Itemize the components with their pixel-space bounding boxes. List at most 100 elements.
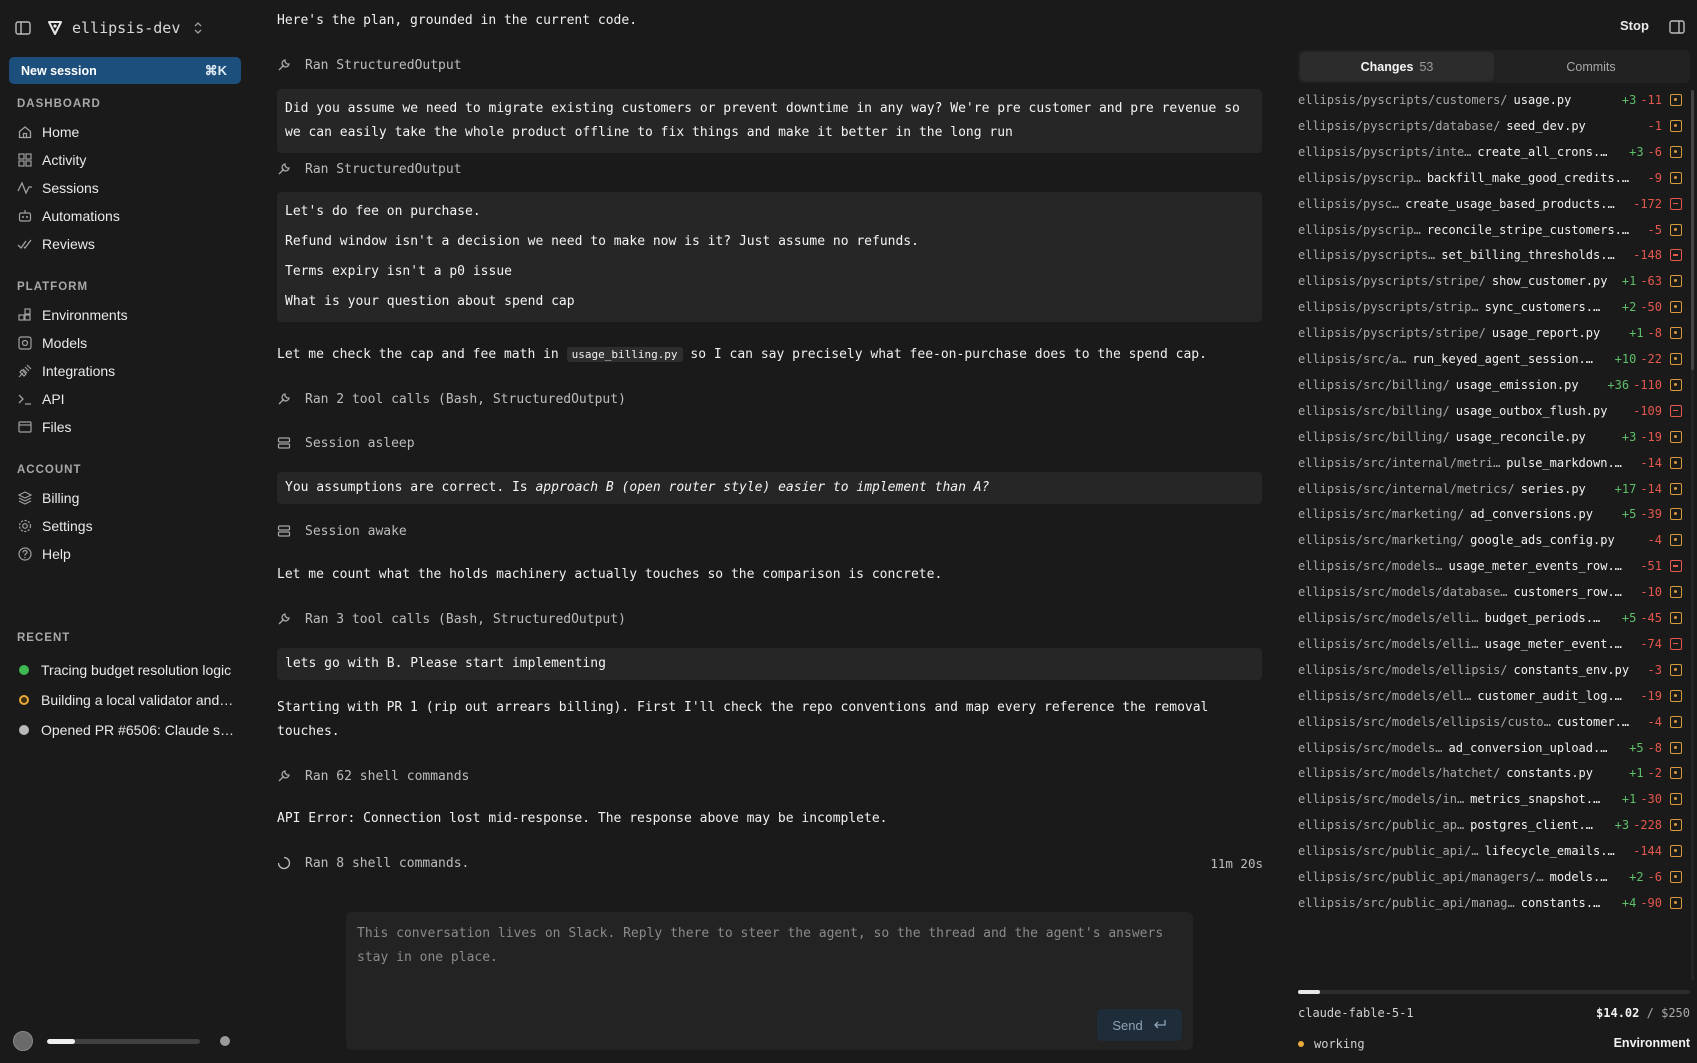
tab-commits[interactable]: Commits	[1494, 52, 1688, 81]
changed-file-row[interactable]: ellipsis/src/billing/usage_reconcile.py +…	[1298, 427, 1682, 447]
changed-file-row[interactable]: ellipsis/src/billing/usage_emission.py +3…	[1298, 375, 1682, 395]
nav-reviews[interactable]: Reviews	[17, 233, 95, 255]
changed-file-row[interactable]: ellipsis/pyscripts/customers/usage.py +3-…	[1298, 90, 1682, 110]
stop-button[interactable]: Stop	[1620, 18, 1649, 33]
changed-file-row[interactable]: ellipsis/src/public_api/managers/… models…	[1298, 867, 1682, 887]
recent-session[interactable]: Opened PR #6506: Claude s…	[19, 719, 234, 741]
send-button[interactable]: Send	[1097, 1009, 1182, 1041]
user-message-text: Did you assume we need to migrate existi…	[285, 101, 1240, 140]
nav-home[interactable]: Home	[17, 121, 79, 143]
changed-file-row[interactable]: ellipsis/src/models/elli… budget_periods.…	[1298, 608, 1682, 628]
nav-automations[interactable]: Automations	[17, 205, 120, 227]
nav-sessions[interactable]: Sessions	[17, 177, 99, 199]
changed-file-row[interactable]: ellipsis/src/models… usage_meter_events_r…	[1298, 556, 1682, 576]
changed-file-row[interactable]: ellipsis/src/public_ap… postgres_client.……	[1298, 815, 1682, 835]
nav-integrations[interactable]: Integrations	[17, 360, 115, 382]
nav-activity[interactable]: Activity	[17, 149, 86, 171]
workspace-switcher[interactable]: ellipsis-dev	[14, 14, 204, 42]
file-path: ellipsis/src/marketing/	[1298, 507, 1465, 522]
recent-session[interactable]: Tracing budget resolution logic	[19, 659, 234, 681]
nav-settings[interactable]: Settings	[17, 515, 93, 537]
file-path: ellipsis/pyscripts/strip…	[1298, 300, 1479, 315]
lines-added: +2	[1621, 300, 1637, 315]
scrollbar-thumb[interactable]	[1298, 990, 1320, 994]
usage-bar-fill	[47, 1038, 75, 1044]
changed-file-row[interactable]: ellipsis/src/billing/usage_outbox_flush.…	[1298, 401, 1682, 421]
composer[interactable]: This conversation lives on Slack. Reply …	[346, 912, 1193, 1050]
changed-file-row[interactable]: ellipsis/pyscripts/inte… create_all_crons…	[1298, 142, 1682, 162]
model-name: claude-fable-5-1	[1298, 1006, 1414, 1020]
file-path: ellipsis/pyscripts/stripe/	[1298, 274, 1486, 289]
changed-file-row[interactable]: ellipsis/src/models/ell… customer_audit_l…	[1298, 686, 1682, 706]
changed-file-row[interactable]: ellipsis/src/public_api/… lifecycle_email…	[1298, 841, 1682, 861]
lines-removed: -9	[1647, 170, 1662, 185]
file-path: ellipsis/src/public_api/…	[1298, 844, 1479, 859]
changed-file-row[interactable]: ellipsis/pyscripts/strip… sync_customers.…	[1298, 297, 1682, 317]
tool-call-row[interactable]: Ran 62 shell commands	[277, 766, 469, 786]
tool-call-label: Ran StructuredOutput	[305, 161, 462, 177]
cost-spent: $14.02	[1596, 1006, 1640, 1020]
changed-file-row[interactable]: ellipsis/src/internal/metrics/series.py +…	[1298, 479, 1682, 499]
nav-files-label: Files	[42, 419, 72, 435]
toggle-panel-icon[interactable]	[1668, 18, 1686, 36]
changed-file-row[interactable]: ellipsis/src/models/hatchet/constants.py…	[1298, 763, 1682, 783]
tool-call-row[interactable]: Ran StructuredOutput	[277, 55, 462, 75]
nav-models[interactable]: Models	[17, 332, 87, 354]
lines-removed: -109	[1633, 403, 1662, 418]
assistant-message: Starting with PR 1 (rip out arrears bill…	[277, 700, 1209, 739]
changed-file-row[interactable]: ellipsis/pyscripts… set_billing_threshold…	[1298, 245, 1682, 265]
changed-file-row[interactable]: ellipsis/src/models/ellipsis/constants_e…	[1298, 660, 1682, 680]
changed-file-row[interactable]: ellipsis/src/models/ellipsis/custo… custo…	[1298, 712, 1682, 732]
nav-billing[interactable]: Billing	[17, 487, 79, 509]
changed-file-row[interactable]: ellipsis/pysc… create_usage_based_product…	[1298, 194, 1682, 214]
nav-api[interactable]: API	[17, 388, 65, 410]
tool-call-row[interactable]: Ran 3 tool calls (Bash, StructuredOutput…	[277, 609, 626, 629]
changed-file-row[interactable]: ellipsis/pyscrip… reconcile_stripe_custom…	[1298, 220, 1682, 240]
tool-call-row[interactable]: Ran 2 tool calls (Bash, StructuredOutput…	[277, 389, 626, 409]
user-message-line: Refund window isn't a decision we need t…	[285, 234, 919, 249]
file-list-scrollbar[interactable]	[1691, 90, 1694, 980]
running-tool-row[interactable]: Ran 8 shell commands.	[277, 853, 469, 873]
lines-removed: -19	[1640, 688, 1662, 703]
file-name: usage_meter_event.…	[1484, 636, 1622, 651]
changed-file-row[interactable]: ellipsis/src/models… ad_conversion_upload…	[1298, 738, 1682, 758]
changed-file-row[interactable]: ellipsis/src/marketing/ad_conversions.py…	[1298, 504, 1682, 524]
scrollbar-thumb[interactable]	[1691, 90, 1694, 370]
nav-environments[interactable]: Environments	[17, 304, 128, 326]
file-name: create_usage_based_products.…	[1405, 196, 1615, 211]
tool-call-row[interactable]: Ran StructuredOutput	[277, 159, 462, 179]
nav-settings-label: Settings	[42, 518, 93, 534]
file-path: ellipsis/src/models/database…	[1298, 585, 1508, 600]
lines-removed: -11	[1640, 93, 1662, 107]
changed-file-row[interactable]: ellipsis/pyscripts/database/seed_dev.py -…	[1298, 116, 1682, 136]
new-session-button[interactable]: New session ⌘K	[9, 57, 241, 84]
lines-added: +5	[1629, 740, 1644, 755]
spinner-icon	[277, 856, 291, 870]
session-event-row: Session asleep	[277, 433, 415, 453]
environment-link[interactable]: Environment	[1614, 1036, 1690, 1050]
nav-files[interactable]: Files	[17, 416, 72, 438]
file-path: ellipsis/src/models/ell…	[1298, 688, 1472, 703]
toggle-sidebar-icon[interactable]	[14, 19, 32, 37]
changed-file-row[interactable]: ellipsis/src/models/in… metrics_snapshot.…	[1298, 789, 1682, 809]
file-modified-icon	[1670, 353, 1682, 365]
changed-file-row[interactable]: ellipsis/src/marketing/google_ads_config…	[1298, 530, 1682, 550]
tab-changes[interactable]: Changes 53	[1300, 52, 1494, 81]
changed-file-row[interactable]: ellipsis/src/models/database… customers_r…	[1298, 582, 1682, 602]
recent-session[interactable]: Building a local validator and…	[19, 689, 234, 711]
lines-added: +1	[1621, 274, 1637, 289]
file-path: ellipsis/pyscrip…	[1298, 222, 1421, 237]
avatar[interactable]	[13, 1031, 33, 1051]
changed-file-row[interactable]: ellipsis/pyscripts/stripe/usage_report.p…	[1298, 323, 1682, 343]
assistant-message: Let me check the cap and fee math in usa…	[277, 343, 1207, 367]
changed-file-row[interactable]: ellipsis/src/a… run_keyed_agent_session.……	[1298, 349, 1682, 369]
section-title-dashboard: DASHBOARD	[17, 98, 101, 110]
changed-file-row[interactable]: ellipsis/src/internal/metri… pulse_markdo…	[1298, 453, 1682, 473]
changed-file-row[interactable]: ellipsis/pyscripts/stripe/show_customer.…	[1298, 271, 1682, 291]
changed-file-row[interactable]: ellipsis/src/public_api/manag… constants.…	[1298, 893, 1682, 913]
changed-file-row[interactable]: ellipsis/src/models/elli… usage_meter_eve…	[1298, 634, 1682, 654]
nav-help[interactable]: Help	[17, 543, 71, 565]
changed-file-row[interactable]: ellipsis/pyscrip… backfill_make_good_cred…	[1298, 168, 1682, 188]
new-session-shortcut: ⌘K	[204, 62, 227, 78]
horizontal-scrollbar[interactable]	[1298, 990, 1690, 994]
